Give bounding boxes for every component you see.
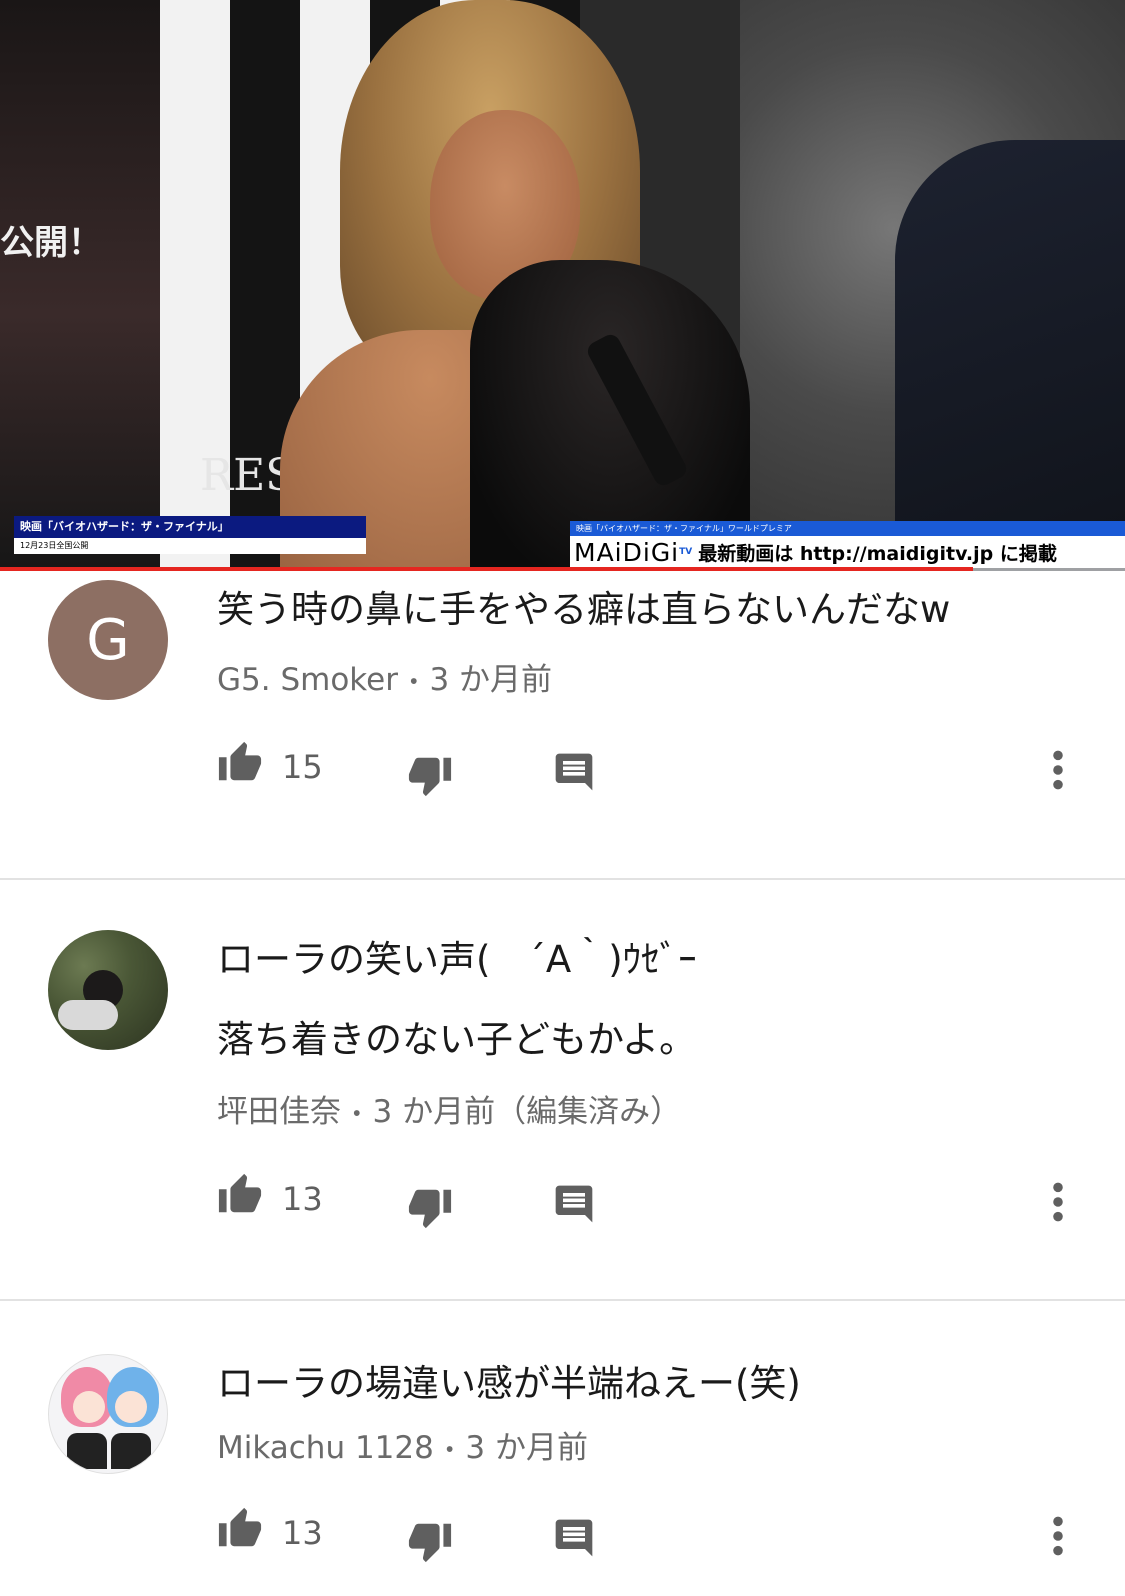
video-bg-text: 公開！ bbox=[0, 223, 102, 263]
dislike-button[interactable] bbox=[407, 1172, 467, 1232]
comment-actions: 15 bbox=[0, 740, 1125, 800]
comment-icon bbox=[555, 753, 593, 791]
avatar-letter: G bbox=[86, 607, 130, 673]
like-count: 13 bbox=[282, 1180, 323, 1218]
dislike-button[interactable] bbox=[407, 1506, 467, 1566]
more-vertical-icon bbox=[1053, 750, 1063, 790]
avatar-anime-face-right bbox=[115, 1391, 147, 1423]
video-person-center bbox=[280, 0, 750, 571]
video-person-right bbox=[895, 140, 1125, 571]
reply-button[interactable] bbox=[552, 1506, 602, 1566]
like-count: 15 bbox=[282, 748, 323, 786]
caption-left-sub: 12月23日全国公開 bbox=[14, 538, 366, 554]
thumb-down-icon bbox=[408, 757, 452, 797]
caption-right-main: MAiDiGi TV 最新動画は http://maidigitv.jp に掲載 bbox=[570, 536, 1125, 568]
video-progress-bar[interactable] bbox=[0, 567, 1125, 571]
like-button[interactable] bbox=[217, 1172, 277, 1232]
dislike-button[interactable] bbox=[407, 740, 467, 800]
comment-text-line2: 落ち着きのない子どもかよ。 bbox=[217, 1018, 697, 1061]
more-options-button[interactable] bbox=[1050, 740, 1090, 800]
comment-icon bbox=[555, 1185, 593, 1223]
meta-separator: • bbox=[443, 1437, 456, 1462]
divider bbox=[0, 1299, 1125, 1301]
thumb-up-icon bbox=[218, 1173, 262, 1213]
like-count: 13 bbox=[282, 1514, 323, 1552]
like-button[interactable] bbox=[217, 740, 277, 800]
meta-separator: • bbox=[350, 1101, 363, 1126]
more-vertical-icon bbox=[1053, 1516, 1063, 1556]
more-vertical-icon bbox=[1053, 1182, 1063, 1222]
avatar[interactable] bbox=[48, 930, 168, 1050]
caption-right-message: 最新動画は http://maidigitv.jp に掲載 bbox=[698, 542, 1057, 565]
more-options-button[interactable] bbox=[1050, 1172, 1090, 1232]
thumb-up-icon bbox=[218, 741, 262, 781]
comment-actions: 13 bbox=[0, 1506, 1125, 1566]
video-player[interactable]: 公開！ RES 映画「バイオハザード：ザ・ファイナル」 12月23日全国公開 映… bbox=[0, 0, 1125, 571]
comment-actions: 13 bbox=[0, 1172, 1125, 1232]
caption-right-title: 映画「バイオハザード：ザ・ファイナル」ワールドプレミア bbox=[570, 521, 1125, 536]
comment-meta: 坪田佳奈 • 3 か月前（編集済み） bbox=[217, 1086, 681, 1131]
reply-button[interactable] bbox=[552, 740, 602, 800]
more-options-button[interactable] bbox=[1050, 1506, 1090, 1566]
avatar-photo-body bbox=[58, 1000, 118, 1030]
comment-meta: Mikachu 1128 • 3 か月前 bbox=[217, 1422, 588, 1467]
comment-item: ローラの笑い声( ´A｀)ｳｾﾞｰ 落ち着きのない子どもかよ。 坪田佳奈 • 3… bbox=[0, 930, 1125, 1275]
brand-logo: MAiDiGi bbox=[574, 537, 680, 567]
like-button[interactable] bbox=[217, 1506, 277, 1566]
thumb-down-icon bbox=[408, 1523, 452, 1563]
avatar-anime-dress-right bbox=[111, 1433, 151, 1469]
reply-button[interactable] bbox=[552, 1172, 602, 1232]
comment-item: G 笑う時の鼻に手をやる癖は直らないんだなw G5. Smoker • 3 か月… bbox=[0, 580, 1125, 865]
comment-author[interactable]: Mikachu 1128 bbox=[217, 1430, 434, 1466]
comment-time: 3 か月前 bbox=[429, 662, 553, 698]
caption-left-title: 映画「バイオハザード：ザ・ファイナル」 bbox=[14, 516, 366, 538]
brand-tv: TV bbox=[679, 547, 693, 557]
comment-text: ローラの場違い感が半端ねえー(笑) bbox=[217, 1362, 801, 1405]
comment-time: 3 か月前（編集済み） bbox=[372, 1094, 682, 1130]
avatar[interactable]: G bbox=[48, 580, 168, 700]
thumb-up-icon bbox=[218, 1507, 262, 1547]
comment-text: 笑う時の鼻に手をやる癖は直らないんだなw bbox=[217, 588, 951, 631]
comment-time: 3 か月前 bbox=[465, 1430, 588, 1466]
video-caption-right: 映画「バイオハザード：ザ・ファイナル」ワールドプレミア MAiDiGi TV 最新動… bbox=[570, 521, 1125, 568]
video-progress-fill bbox=[0, 567, 974, 571]
comment-item: ローラの場違い感が半端ねえー(笑) Mikachu 1128 • 3 か月前 1… bbox=[0, 1354, 1125, 1596]
comment-author[interactable]: 坪田佳奈 bbox=[217, 1094, 341, 1130]
comment-author[interactable]: G5. Smoker bbox=[217, 662, 398, 698]
avatar-anime-dress-left bbox=[67, 1433, 107, 1469]
thumb-down-icon bbox=[408, 1189, 452, 1229]
comment-icon bbox=[555, 1519, 593, 1557]
meta-separator: • bbox=[407, 669, 420, 694]
comment-meta: G5. Smoker • 3 か月前 bbox=[217, 654, 552, 699]
video-bg-left bbox=[0, 0, 160, 571]
divider bbox=[0, 878, 1125, 880]
video-caption-left: 映画「バイオハザード：ザ・ファイナル」 12月23日全国公開 bbox=[14, 516, 366, 554]
comment-text: ローラの笑い声( ´A｀)ｳｾﾞｰ bbox=[217, 938, 697, 981]
avatar[interactable] bbox=[48, 1354, 168, 1474]
avatar-anime-face-left bbox=[73, 1391, 105, 1423]
